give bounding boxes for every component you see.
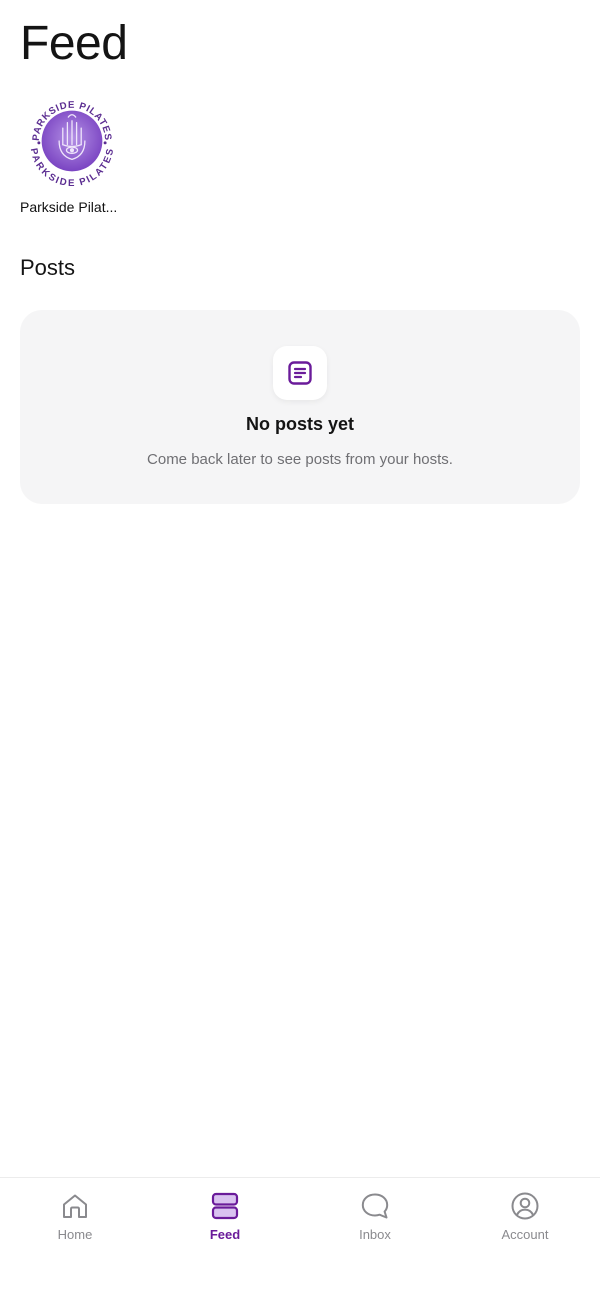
empty-state-title: No posts yet: [245, 414, 355, 434]
tab-account-label: Account: [501, 1227, 549, 1242]
posts-empty-state: No posts yet Come back later to see post…: [20, 310, 580, 504]
posts-section-title: Posts: [20, 255, 76, 280]
host-name: Parkside Pilat...: [20, 199, 118, 215]
feed-screen: Feed PARKSIDE PILATES PARKSIDE PILATES P…: [0, 0, 600, 1299]
tab-home[interactable]: Home: [0, 1178, 150, 1299]
tab-feed[interactable]: Feed: [150, 1178, 300, 1299]
tab-inbox-label: Inbox: [359, 1227, 391, 1242]
host-list: PARKSIDE PILATES PARKSIDE PILATES Parksi…: [20, 95, 124, 215]
home-icon: [63, 1194, 87, 1218]
empty-state-subtitle: Come back later to see posts from your h…: [147, 451, 453, 468]
parkside-pilates-logo: PARKSIDE PILATES PARKSIDE PILATES: [26, 95, 118, 187]
feed-icon: [211, 1192, 239, 1220]
tab-home-label: Home: [57, 1227, 93, 1242]
document-icon: [288, 361, 312, 385]
tab-feed-label: Feed: [209, 1227, 241, 1242]
tab-account[interactable]: Account: [450, 1178, 600, 1299]
bottom-tab-bar: Home Feed Inbox Account: [0, 1177, 600, 1299]
tab-inbox[interactable]: Inbox: [300, 1178, 450, 1299]
host-item-parkside-pilates[interactable]: PARKSIDE PILATES PARKSIDE PILATES Parksi…: [20, 95, 124, 215]
chat-bubble-icon: [361, 1193, 389, 1219]
account-icon: [511, 1192, 539, 1220]
empty-state-icon-tile: [273, 346, 327, 400]
page-title: Feed: [20, 17, 128, 70]
